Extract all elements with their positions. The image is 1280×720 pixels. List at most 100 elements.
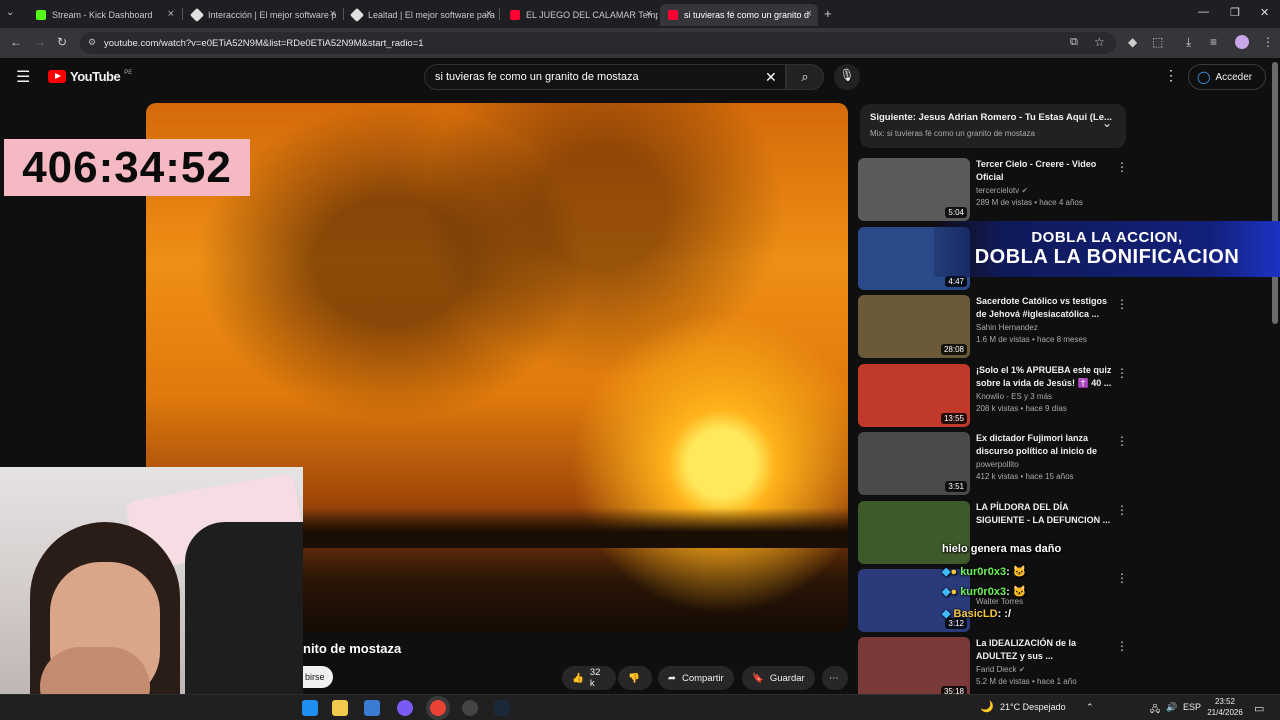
tab-search-icon[interactable]: ⌄ xyxy=(6,7,14,18)
like-button[interactable]: 👍 32 k xyxy=(562,666,616,690)
video-thumbnail[interactable]: 3:12 xyxy=(858,569,970,632)
reading-list-icon[interactable]: ≡ xyxy=(1210,35,1217,49)
voice-search-button[interactable]: 🎙 xyxy=(834,64,860,90)
tab-active-granito[interactable]: si tuvieras fé como un granito d × xyxy=(660,4,818,26)
signin-label: Acceder xyxy=(1215,71,1253,83)
search-input[interactable]: si tuvieras fe como un granito de mostaz… xyxy=(424,64,786,90)
file-explorer-icon[interactable] xyxy=(332,700,348,716)
forward-icon[interactable]: → xyxy=(34,35,46,49)
card-channel[interactable]: Walter Torres xyxy=(976,597,1023,606)
card-title[interactable]: Sacerdote Católico vs testigos de Jehová… xyxy=(976,295,1112,321)
card-channel[interactable]: Knowlio - ES y 3 más xyxy=(976,392,1052,401)
tab-close-icon[interactable]: × xyxy=(646,8,652,20)
puzzle-icon[interactable]: ⬚ xyxy=(1152,35,1163,49)
address-bar[interactable]: ⚙ youtube.com/watch?v=e0ETiA52N9M&list=R… xyxy=(80,32,1116,54)
cast-icon[interactable]: ⧉ xyxy=(1070,36,1078,49)
youtube-favicon-icon xyxy=(668,10,678,20)
extension-icon[interactable]: ◆ xyxy=(1128,35,1137,49)
account-icon: ◯ xyxy=(1197,70,1211,84)
card-title[interactable]: LA PÍLDORA DEL DÍA SIGUIENTE - LA DEFUNC… xyxy=(976,501,1112,527)
card-channel[interactable]: Sahin Hernandez xyxy=(976,323,1038,332)
notification-icon[interactable]: ▭ xyxy=(1254,702,1264,715)
more-actions-button[interactable]: ⋯ xyxy=(822,666,848,690)
card-channel[interactable]: powerpollito xyxy=(976,460,1019,469)
network-icon[interactable]: 🖧 xyxy=(1150,702,1160,718)
app-icon[interactable] xyxy=(462,700,478,716)
download-icon[interactable]: ⤓ xyxy=(1186,35,1191,50)
new-tab-icon[interactable]: + xyxy=(824,6,832,21)
tab-kick-dashboard[interactable]: Stream - Kick Dashboard × xyxy=(28,4,180,26)
recommendation-card[interactable]: 28:08 Sacerdote Católico vs testigos de … xyxy=(858,295,1128,359)
site-info-icon[interactable]: ⚙ xyxy=(88,37,96,48)
page-scrollbar[interactable] xyxy=(1272,62,1278,324)
recommendation-card[interactable]: LA PÍLDORA DEL DÍA SIGUIENTE - LA DEFUNC… xyxy=(858,501,1128,565)
weather-text[interactable]: 21°C Despejado xyxy=(1000,702,1066,712)
up-next-title: Siguiente: Jesus Adrian Romero - Tu Esta… xyxy=(870,112,1112,123)
youtube-logo[interactable]: YouTube PE xyxy=(48,69,132,84)
tray-overflow-icon[interactable]: ⌃ xyxy=(1086,702,1094,713)
card-menu-icon[interactable]: ⋮ xyxy=(1116,366,1128,380)
chat-message: ◆● kur0r0x3: 🐱 xyxy=(942,565,1027,578)
tab-juego-calamar[interactable]: EL JUEGO DEL CALAMAR Temp × xyxy=(502,4,658,26)
edge-icon[interactable] xyxy=(302,700,318,716)
video-thumbnail[interactable]: 5:04 xyxy=(858,158,970,221)
tab-lealtad[interactable]: Lealtad | El mejor software para × xyxy=(344,4,498,26)
save-button[interactable]: 🔖 Guardar xyxy=(742,666,815,690)
share-button[interactable]: ➦ Compartir xyxy=(658,666,734,690)
card-title[interactable]: ¡Solo el 1% APRUEBA este quiz sobre la v… xyxy=(976,364,1112,390)
card-menu-icon[interactable]: ⋮ xyxy=(1116,639,1128,653)
video-thumbnail[interactable]: 35:18 xyxy=(858,637,970,700)
settings-kebab-icon[interactable]: ⋮ xyxy=(1164,67,1178,84)
card-menu-icon[interactable]: ⋮ xyxy=(1116,160,1128,174)
profile-avatar[interactable] xyxy=(1235,35,1249,49)
obs-icon[interactable] xyxy=(397,700,413,716)
dislike-button[interactable]: 👎 xyxy=(618,666,652,690)
microphone-icon: 🎙 xyxy=(839,68,855,82)
tab-close-icon[interactable]: × xyxy=(168,8,174,20)
chrome-icon[interactable] xyxy=(430,700,446,716)
recommendation-card[interactable]: 3:51 Ex dictador Fujimori lanza discurso… xyxy=(858,432,1128,496)
tab-close-icon[interactable]: × xyxy=(806,8,812,20)
minimize-icon[interactable]: — xyxy=(1198,6,1209,18)
subscribe-button[interactable]: birse xyxy=(303,666,333,688)
recommendation-card[interactable]: 13:55 ¡Solo el 1% APRUEBA este quiz sobr… xyxy=(858,364,1128,428)
card-channel[interactable]: Farid Dieck ✔ xyxy=(976,665,1025,674)
card-title[interactable]: La IDEALIZACIÓN de la ADULTEZ y sus ... xyxy=(976,637,1112,663)
video-thumbnail[interactable]: 13:55 xyxy=(858,364,970,427)
language-indicator[interactable]: ESP xyxy=(1183,702,1201,712)
duration-badge: 5:04 xyxy=(945,207,967,218)
restore-icon[interactable]: ❐ xyxy=(1230,6,1240,19)
browser-menu-icon[interactable]: ⋮ xyxy=(1262,35,1274,49)
recommendation-card[interactable]: 3:12 Walter Torres ⋮ xyxy=(858,569,1128,633)
card-channel[interactable]: tercercielotv ✔ xyxy=(976,186,1028,195)
volume-icon[interactable]: 🔊 xyxy=(1166,702,1177,713)
store-icon[interactable] xyxy=(364,700,380,716)
video-thumbnail[interactable]: 28:08 xyxy=(858,295,970,358)
bookmark-star-icon[interactable]: ☆ xyxy=(1094,35,1105,49)
chat-username: BasicLD xyxy=(953,608,998,620)
card-menu-icon[interactable]: ⋮ xyxy=(1116,297,1128,311)
tab-interaccion[interactable]: Interacción | El mejor software p × xyxy=(184,4,342,26)
clock[interactable]: 23:52 21/4/2026 xyxy=(1206,696,1244,718)
card-menu-icon[interactable]: ⋮ xyxy=(1116,571,1128,585)
chevron-down-icon[interactable]: ⌄ xyxy=(1102,116,1112,130)
hamburger-menu-icon[interactable]: ☰ xyxy=(16,67,30,87)
card-menu-icon[interactable]: ⋮ xyxy=(1116,434,1128,448)
recommendation-card[interactable]: 35:18 La IDEALIZACIÓN de la ADULTEZ y su… xyxy=(858,637,1128,701)
search-button[interactable]: ⌕ xyxy=(786,64,824,90)
card-title[interactable]: Tercer Cielo - Creere - Video Oficial xyxy=(976,158,1112,184)
tab-close-icon[interactable]: × xyxy=(486,8,492,20)
clear-search-icon[interactable]: ✕ xyxy=(765,69,777,86)
tab-close-icon[interactable]: × xyxy=(330,8,336,20)
card-menu-icon[interactable]: ⋮ xyxy=(1116,503,1128,517)
chat-separator: : xyxy=(1006,566,1010,578)
recommendation-card[interactable]: 5:04 Tercer Cielo - Creere - Video Ofici… xyxy=(858,158,1128,222)
reload-icon[interactable]: ↻ xyxy=(57,35,67,49)
window-close-icon[interactable]: ✕ xyxy=(1260,6,1269,19)
up-next-panel[interactable]: Siguiente: Jesus Adrian Romero - Tu Esta… xyxy=(860,104,1126,148)
card-title[interactable]: Ex dictador Fujimori lanza discurso polí… xyxy=(976,432,1112,458)
back-icon[interactable]: ← xyxy=(10,35,22,49)
steam-icon[interactable] xyxy=(494,700,510,716)
video-thumbnail[interactable]: 3:51 xyxy=(858,432,970,495)
signin-button[interactable]: ◯ Acceder xyxy=(1188,64,1266,90)
